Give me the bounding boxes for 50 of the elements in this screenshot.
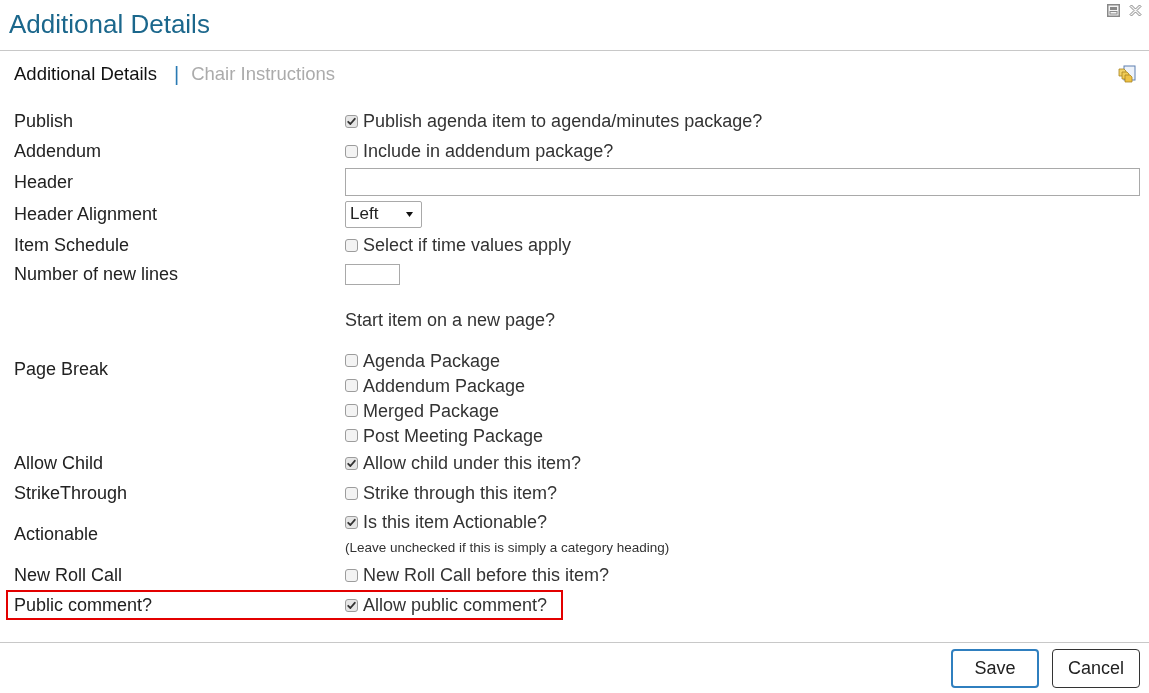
checkbox[interactable] xyxy=(345,144,358,158)
window-title: Additional Details xyxy=(9,8,210,40)
cancel-button[interactable]: Cancel xyxy=(1052,648,1140,688)
checkbox-label: Allow child under this item? xyxy=(363,453,582,473)
checkbox-label: Allow public comment? xyxy=(363,595,548,615)
checkbox[interactable] xyxy=(345,429,358,442)
field-label: Public comment? xyxy=(14,595,154,615)
close-icon[interactable] xyxy=(1129,4,1142,17)
tab-separator: | xyxy=(173,61,180,87)
checkbox[interactable] xyxy=(345,404,358,417)
field-label: Allow Child xyxy=(14,453,105,473)
checkbox[interactable] xyxy=(345,568,358,582)
checkbox[interactable] xyxy=(345,238,358,252)
checkbox-label: Post Meeting Package xyxy=(363,425,544,446)
caret-icon xyxy=(406,211,413,217)
field-label: New Roll Call xyxy=(14,565,124,585)
field-label: StrikeThrough xyxy=(14,483,129,503)
checkbox[interactable] xyxy=(345,486,358,500)
checkbox[interactable] xyxy=(345,515,358,529)
checkbox[interactable] xyxy=(345,114,358,128)
checkbox-label: Addendum Package xyxy=(363,375,526,396)
field-label: Item Schedule xyxy=(14,235,131,255)
restore-icon[interactable] xyxy=(1107,4,1120,17)
checkbox[interactable] xyxy=(345,598,358,612)
checkbox-label: Merged Package xyxy=(363,400,500,421)
checkbox-label: Strike through this item? xyxy=(363,483,558,503)
checkbox-label: Publish agenda item to agenda/minutes package? xyxy=(363,111,763,131)
field-label: Publish xyxy=(14,111,75,131)
checkbox[interactable] xyxy=(345,354,358,367)
checkbox-label: Include in addendum package? xyxy=(363,141,614,161)
alignment-select[interactable]: Left xyxy=(345,200,422,228)
save-button[interactable]: Save xyxy=(951,648,1039,688)
header-input[interactable] xyxy=(345,168,1140,196)
field-label: Page Break xyxy=(14,359,110,379)
checkbox[interactable] xyxy=(345,379,358,392)
field-label: Header xyxy=(14,172,75,192)
checkbox-label: Agenda Package xyxy=(363,350,501,371)
number-input[interactable] xyxy=(345,263,400,285)
field-label: Addendum xyxy=(14,141,103,161)
field-label: Actionable xyxy=(14,524,100,544)
tab[interactable]: Additional Details xyxy=(14,62,157,85)
field-label: Header Alignment xyxy=(14,204,159,224)
documents-icon[interactable] xyxy=(1118,64,1137,83)
checkbox-label: Select if time values apply xyxy=(363,235,572,255)
prompt-text: Start item on a new page? xyxy=(345,310,557,330)
checkbox-label: New Roll Call before this item? xyxy=(363,565,610,585)
checkbox-label: Is this item Actionable? xyxy=(363,512,548,532)
checkbox[interactable] xyxy=(345,456,358,470)
hint-text: (Leave unchecked if this is simply a category heading) xyxy=(345,540,671,556)
field-label: Number of new lines xyxy=(14,264,180,284)
